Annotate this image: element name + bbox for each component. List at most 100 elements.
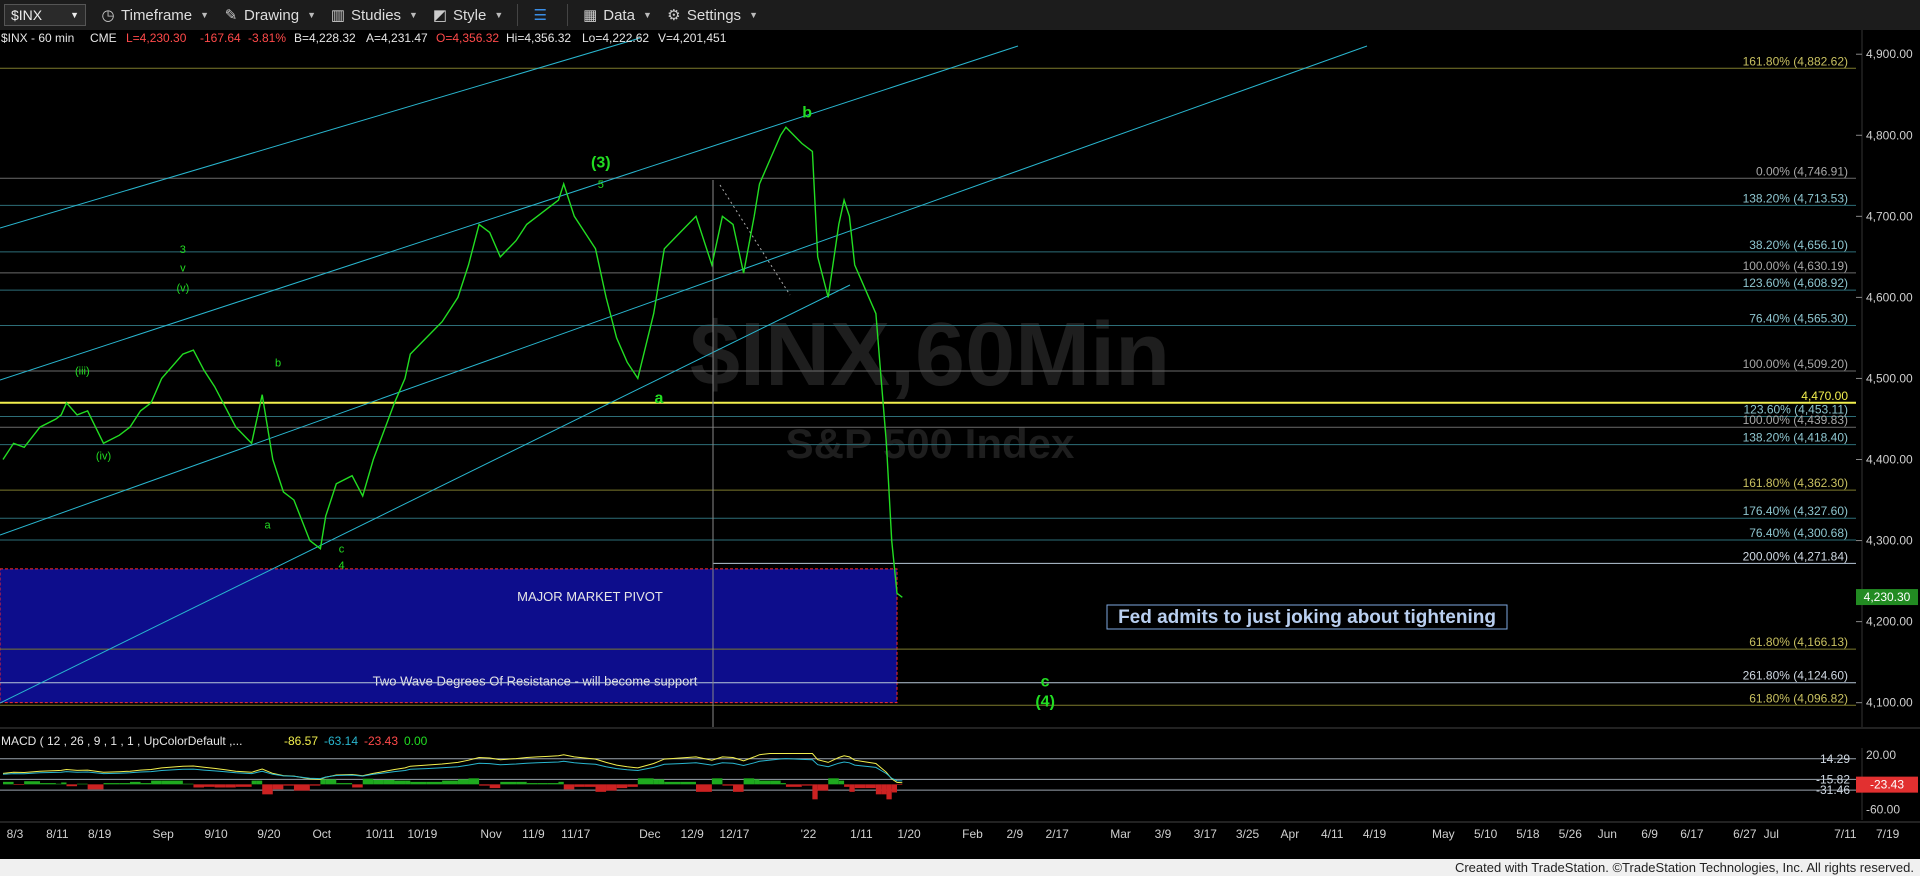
macd-histogram-bar (204, 784, 215, 787)
fib-level-label: 4,470.00 (1801, 389, 1848, 403)
macd-label: MACD ( 12 , 26 , 9 , 1 , 1 , UpColorDefa… (1, 734, 242, 748)
time-tick-label: 12/17 (719, 827, 749, 841)
macd-histogram-bar (780, 783, 786, 785)
fib-level-label: 100.00% (4,630.19) (1743, 259, 1848, 273)
fib-level-label: 100.00% (4,439.83) (1743, 413, 1848, 427)
macd-histogram-bar (680, 781, 696, 785)
macd-histogram-bar (151, 780, 162, 785)
macd-value-1: -86.57 (284, 734, 318, 748)
macd-histogram-bar (711, 778, 723, 785)
wave-label: v (180, 262, 186, 274)
macd-histogram-bar (325, 779, 337, 785)
time-tick-label: 3/17 (1194, 827, 1218, 841)
wave-label: a (655, 390, 664, 407)
macd-histogram-bar (193, 784, 205, 788)
macd-histogram-bar (754, 779, 760, 785)
time-tick-label: 7/19 (1876, 827, 1900, 841)
macd-histogram-bar (119, 783, 130, 785)
macd-histogram-bar (770, 780, 781, 785)
fib-level-label: 161.80% (4,362.30) (1743, 476, 1848, 490)
header-open: O=4,356.32 (436, 31, 499, 45)
annotation-box[interactable]: Fed admits to just joking about tighteni… (1106, 604, 1508, 630)
time-tick-label: 8/3 (7, 827, 24, 841)
fib-level-label: 138.20% (4,713.53) (1743, 191, 1848, 205)
macd-histogram-bar (664, 781, 681, 785)
header-ask: A=4,231.47 (366, 31, 428, 45)
macd-histogram-bar (817, 784, 829, 791)
macd-histogram-bar (40, 783, 56, 785)
macd-histogram-bar (24, 781, 41, 785)
time-tick-label: 5/18 (1516, 827, 1540, 841)
price-tick-label: 4,500.00 (1866, 371, 1913, 385)
fib-level-label: 76.40% (4,300.68) (1749, 526, 1848, 540)
macd-histogram-bar (410, 781, 427, 785)
time-tick-label: Feb (962, 827, 983, 841)
time-tick-label: 4/11 (1321, 827, 1344, 841)
header-last: L=4,230.30 (126, 31, 187, 45)
pivot-zone-label: MAJOR MARKET PIVOT (517, 589, 663, 604)
time-tick-label: Oct (312, 827, 331, 841)
time-tick-label: 6/27 (1733, 827, 1757, 841)
header-symbol: $INX - 60 min (1, 31, 74, 45)
header-bid: B=4,228.32 (294, 31, 356, 45)
macd-histogram-bar (161, 780, 183, 785)
header-low: Lo=4,222.62 (582, 31, 649, 45)
time-tick-label: 6/9 (1641, 827, 1658, 841)
header-exchange: CME (90, 31, 117, 45)
macd-histogram-bar (526, 783, 538, 785)
macd-tick-label: 20.00 (1866, 748, 1896, 762)
wave-label: (4) (1035, 694, 1055, 711)
price-chart[interactable]: $INX,60Min S&P 500 Index MAJOR MARKET PI… (0, 0, 1920, 859)
fib-level-label: 123.60% (4,608.92) (1743, 276, 1848, 290)
wave-label: c (339, 544, 345, 556)
macd-histogram-bar (479, 784, 490, 786)
macd-histogram-bar (442, 780, 458, 785)
time-tick-label: 11/17 (561, 827, 590, 841)
macd-histogram-bar (606, 784, 617, 791)
macd-histogram-bar (500, 781, 517, 785)
macd-histogram-bar (627, 784, 638, 787)
macd-value-2: -63.14 (324, 734, 358, 748)
macd-histogram-bar (283, 784, 294, 786)
macd-histogram-bar (537, 783, 548, 785)
macd-histogram-bar (897, 784, 903, 785)
footer: Created with TradeStation. ©TradeStation… (0, 859, 1920, 876)
fib-level-label: 261.80% (4,124.60) (1743, 669, 1848, 683)
macd-histogram-bar (733, 784, 744, 792)
macd-level-label: -31.46 (1816, 783, 1850, 797)
footer-text: Created with TradeStation. ©TradeStation… (1454, 860, 1914, 875)
macd-header: MACD ( 12 , 26 , 9 , 1 , 1 , UpColorDefa… (1, 734, 428, 748)
macd-histogram-bar (865, 784, 876, 789)
wave-label: (iii) (75, 365, 90, 377)
watermark-symbol: $INX,60Min (690, 305, 1170, 405)
price-tick-label: 4,400.00 (1866, 453, 1913, 467)
time-tick-label: 1/11 (850, 827, 873, 841)
macd-histogram-bar (637, 778, 654, 785)
macd-histogram-bar (140, 783, 152, 785)
macd-level-label: 14.29 (1820, 752, 1850, 766)
macd-histogram-bar (695, 784, 712, 792)
macd-histogram-bar (891, 784, 898, 793)
time-tick-label: 2/17 (1045, 827, 1069, 841)
price-tick-label: 4,600.00 (1866, 290, 1913, 304)
wave-label: (3) (591, 155, 611, 172)
macd-tick-label: -60.00 (1866, 803, 1900, 817)
time-tick-label: Mar (1110, 827, 1131, 841)
time-tick-label: 2/9 (1006, 827, 1023, 841)
time-tick-label: 4/19 (1363, 827, 1387, 841)
time-tick-label: 10/11 (365, 827, 394, 841)
macd-histogram-bar (574, 784, 585, 787)
macd-histogram-bar (293, 784, 310, 791)
wave-label: a (264, 519, 271, 531)
macd-histogram-bar (373, 779, 384, 785)
fib-level-label: 0.00% (4,746.91) (1756, 164, 1848, 178)
wave-label: 4 (338, 560, 344, 572)
macd-histogram-bar (251, 780, 257, 785)
time-tick-label: 5/26 (1559, 827, 1583, 841)
macd-histogram-bar (336, 783, 353, 785)
macd-histogram-bar (405, 780, 411, 785)
time-tick-label: May (1432, 827, 1455, 841)
macd-histogram-bar (828, 778, 839, 785)
fib-level-label: 138.20% (4,418.40) (1743, 431, 1848, 445)
macd-histogram-bar (394, 780, 406, 785)
